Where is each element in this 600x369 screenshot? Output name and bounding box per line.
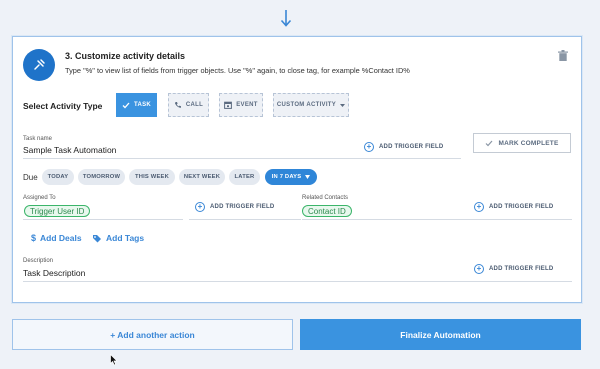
arrow-down-icon xyxy=(280,10,292,27)
activity-type-label: TASK xyxy=(133,102,152,108)
due-chip-tomorrow[interactable]: TOMORROW xyxy=(78,169,125,185)
add-tags-label: Add Tags xyxy=(106,233,145,243)
mark-complete-label: MARK COMPLETE xyxy=(498,139,559,147)
related-contacts-tag[interactable]: Contact ID xyxy=(302,205,352,217)
activity-type-label: CUSTOM ACTIVITY xyxy=(276,102,337,108)
assigned-to-trigger-underline xyxy=(189,219,301,220)
due-chip-label: IN 7 DAYS xyxy=(271,174,302,180)
plus-circle-icon: + xyxy=(474,202,484,212)
caret-down-icon xyxy=(340,103,346,107)
activity-type-label: EVENT xyxy=(236,102,258,108)
description-underline xyxy=(23,281,473,282)
mouse-cursor-icon xyxy=(110,354,118,366)
calendar-icon xyxy=(224,101,233,109)
activity-type-label: Select Activity Type xyxy=(23,101,103,111)
due-chip-later[interactable]: LATER xyxy=(229,169,260,185)
add-deals-link[interactable]: $ Add Deals xyxy=(31,233,82,243)
assigned-to-label: Assigned To xyxy=(23,195,56,201)
assigned-to-add-trigger-field[interactable]: + ADD TRIGGER FIELD xyxy=(195,202,274,212)
activity-type-event-button[interactable]: EVENT xyxy=(219,93,263,117)
due-chip-in-7-days[interactable]: IN 7 DAYS xyxy=(265,169,317,185)
activity-card: 3. Customize activity details Type "%" t… xyxy=(12,36,582,303)
activity-type-task-button[interactable]: TASK xyxy=(116,93,157,117)
add-deals-label: Add Deals xyxy=(40,233,82,243)
phone-icon xyxy=(174,102,181,108)
trash-icon[interactable] xyxy=(558,50,568,61)
assigned-to-underline xyxy=(23,219,183,220)
dollar-icon: $ xyxy=(31,233,37,243)
mark-complete-button[interactable]: MARK COMPLETE xyxy=(473,133,571,153)
activity-type-label: CALL xyxy=(185,102,204,108)
step-subtitle: Type "%" to view list of fields from tri… xyxy=(65,66,410,75)
activity-icon xyxy=(34,59,45,70)
step-title: 3. Customize activity details xyxy=(65,51,186,61)
plus-circle-icon: + xyxy=(364,142,374,152)
related-contacts-add-trigger-field[interactable]: + ADD TRIGGER FIELD xyxy=(474,202,553,212)
related-contacts-underline xyxy=(302,219,472,220)
task-name-input[interactable]: Sample Task Automation xyxy=(23,145,116,155)
plus-circle-icon: + xyxy=(195,202,205,212)
due-chip-this-week[interactable]: THIS WEEK xyxy=(129,169,175,185)
plus-circle-icon: + xyxy=(474,264,484,274)
due-chip-next-week[interactable]: NEXT WEEK xyxy=(179,169,225,185)
add-trigger-label: ADD TRIGGER FIELD xyxy=(210,204,275,210)
task-name-add-trigger-field[interactable]: + ADD TRIGGER FIELD xyxy=(364,142,443,152)
due-chip-today[interactable]: TODAY xyxy=(42,169,74,185)
activity-type-custom-dropdown[interactable]: CUSTOM ACTIVITY xyxy=(273,93,349,117)
finalize-automation-button[interactable]: Finalize Automation xyxy=(300,319,581,350)
description-trigger-underline xyxy=(470,281,572,282)
description-input[interactable]: Task Description xyxy=(23,268,85,278)
task-name-label: Task name xyxy=(23,136,53,142)
add-trigger-label: ADD TRIGGER FIELD xyxy=(489,204,554,210)
activity-type-call-button[interactable]: CALL xyxy=(168,93,209,117)
check-icon xyxy=(122,102,130,108)
related-contacts-label: Related Contacts xyxy=(302,195,349,201)
add-trigger-label: ADD TRIGGER FIELD xyxy=(489,266,554,272)
step-badge xyxy=(23,49,55,81)
check-icon xyxy=(486,140,493,146)
assigned-to-tag[interactable]: Trigger User ID xyxy=(24,205,91,217)
related-contacts-trigger-underline xyxy=(470,219,572,220)
due-label: Due xyxy=(23,173,38,182)
task-name-underline xyxy=(23,158,461,159)
tag-icon xyxy=(93,234,101,242)
description-label: Description xyxy=(23,258,54,264)
add-trigger-label: ADD TRIGGER FIELD xyxy=(379,144,444,150)
description-add-trigger-field[interactable]: + ADD TRIGGER FIELD xyxy=(474,264,553,274)
caret-down-icon xyxy=(305,175,311,179)
add-another-action-button[interactable]: + Add another action xyxy=(12,319,293,350)
add-tags-link[interactable]: Add Tags xyxy=(92,233,144,243)
